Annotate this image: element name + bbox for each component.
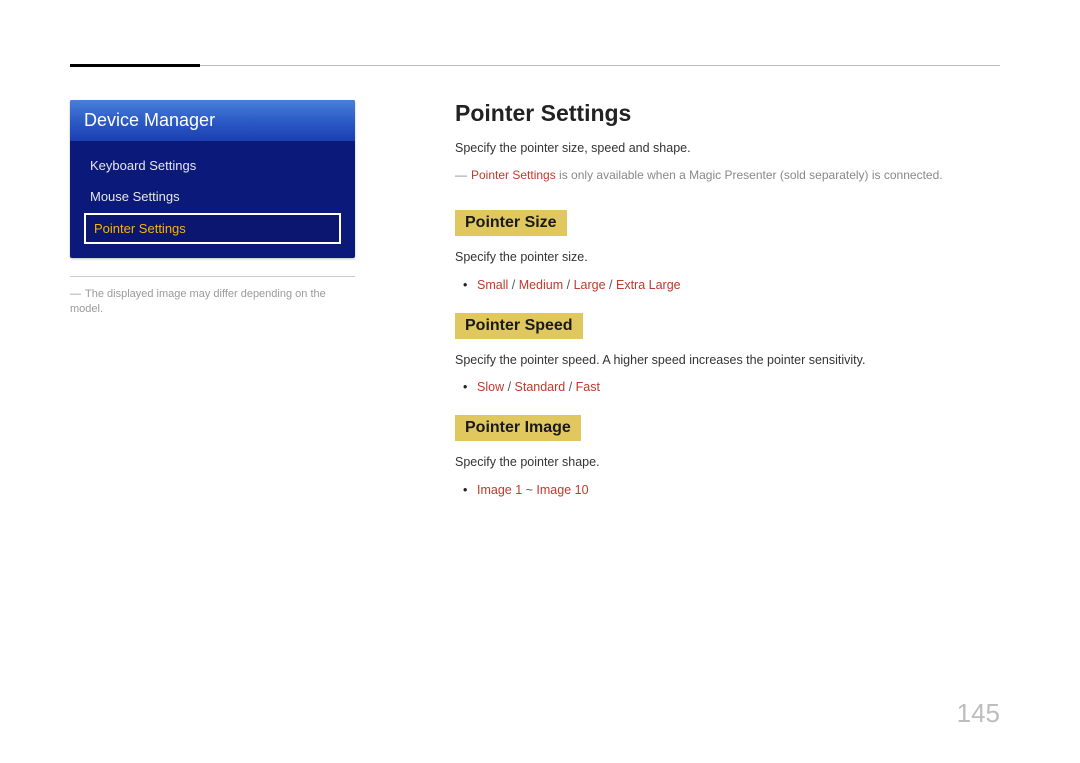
sep: / [508, 278, 518, 292]
options-pointer-image: Image 1 ~ Image 10 [455, 480, 1000, 500]
note-dash-icon: ― [455, 166, 467, 184]
menu-items: Keyboard Settings Mouse Settings Pointer… [70, 141, 355, 258]
availability-rest: is only available when a Magic Presenter… [556, 168, 943, 182]
sep: / [504, 380, 514, 394]
sep: / [606, 278, 616, 292]
opt: Fast [576, 380, 600, 394]
menu-item-pointer-settings[interactable]: Pointer Settings [84, 213, 341, 244]
availability-highlight: Pointer Settings [471, 168, 556, 182]
options-pointer-size: Small / Medium / Large / Extra Large [455, 275, 1000, 295]
heading-pointer-image: Pointer Image [455, 415, 581, 441]
heading-pointer-size: Pointer Size [455, 210, 567, 236]
sep: ~ [522, 483, 536, 497]
options-pointer-speed: Slow / Standard / Fast [455, 377, 1000, 397]
desc-pointer-image: Specify the pointer shape. [455, 453, 1000, 472]
opt: Standard [515, 380, 566, 394]
opt: Large [574, 278, 606, 292]
opt: Slow [477, 380, 504, 394]
opt: Small [477, 278, 508, 292]
page-title: Pointer Settings [455, 100, 1000, 127]
sidebar-note-text: The displayed image may differ depending… [70, 288, 326, 315]
menu-item-keyboard-settings[interactable]: Keyboard Settings [84, 151, 341, 180]
opt: Image 10 [536, 483, 588, 497]
note-dash-icon: ― [70, 288, 81, 300]
menu-header: Device Manager [70, 100, 355, 141]
opt: Extra Large [616, 278, 681, 292]
availability-note: ― Pointer Settings is only available when… [455, 166, 1000, 184]
menu-item-mouse-settings[interactable]: Mouse Settings [84, 182, 341, 211]
opt: Medium [519, 278, 563, 292]
heading-pointer-speed: Pointer Speed [455, 313, 583, 339]
desc-pointer-size: Specify the pointer size. [455, 248, 1000, 267]
sep: / [563, 278, 573, 292]
menu-card: Device Manager Keyboard Settings Mouse S… [70, 100, 355, 258]
desc-pointer-speed: Specify the pointer speed. A higher spee… [455, 351, 1000, 370]
content: Pointer Settings Specify the pointer siz… [355, 100, 1000, 508]
opt: Image 1 [477, 483, 522, 497]
top-rule-light [200, 65, 1000, 66]
top-rule-dark [70, 64, 200, 67]
section-pointer-image: Pointer Image Specify the pointer shape.… [455, 405, 1000, 500]
sidebar-note: ―The displayed image may differ dependin… [70, 287, 355, 318]
intro-text: Specify the pointer size, speed and shap… [455, 139, 1000, 158]
page-number: 145 [957, 698, 1000, 729]
section-pointer-speed: Pointer Speed Specify the pointer speed.… [455, 303, 1000, 398]
sidebar: Device Manager Keyboard Settings Mouse S… [70, 100, 355, 318]
sep: / [565, 380, 575, 394]
sidebar-rule [70, 276, 355, 277]
section-pointer-size: Pointer Size Specify the pointer size. S… [455, 200, 1000, 295]
